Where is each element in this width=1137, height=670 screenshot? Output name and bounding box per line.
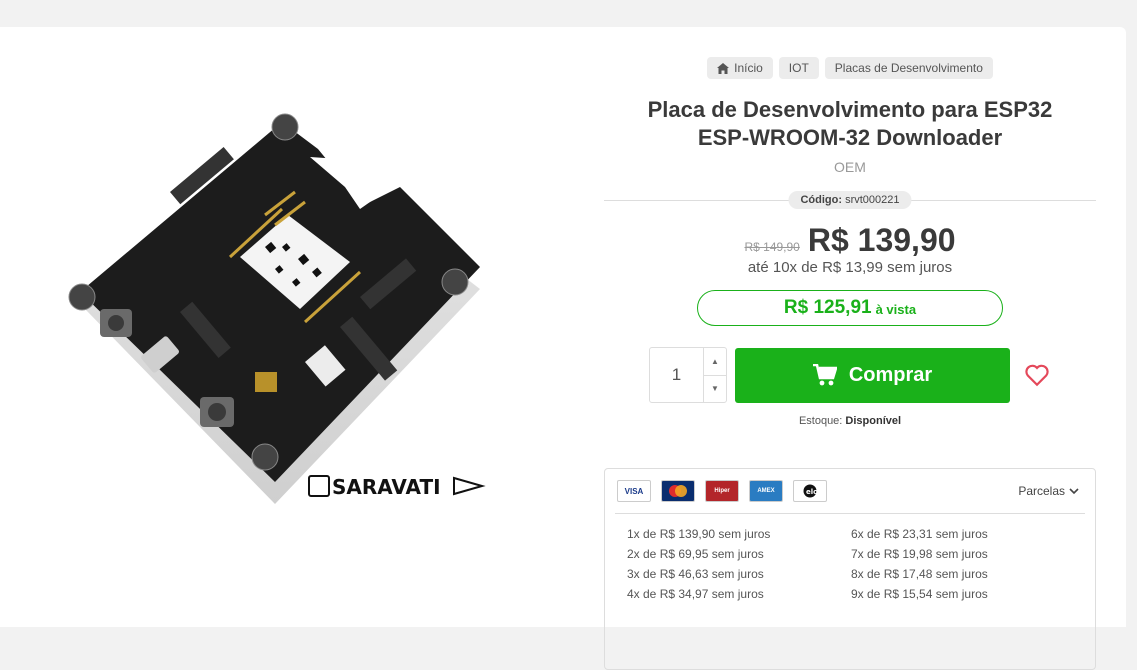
buy-button-label: Comprar: [848, 363, 933, 386]
svg-text:elo: elo: [806, 488, 817, 496]
price-row: R$ 149,90 R$ 139,90: [604, 222, 1096, 259]
installment-row: 4x de R$ 34,97 sem juros: [627, 587, 764, 601]
mastercard-icon: [661, 480, 695, 502]
hipercard-icon: Hiper: [705, 480, 739, 502]
breadcrumb-home-label: Início: [734, 61, 763, 75]
breadcrumb-home[interactable]: Início: [707, 57, 773, 79]
breadcrumb-iot[interactable]: IOT: [778, 57, 819, 79]
chevron-down-icon: [1069, 487, 1079, 494]
installments-table: 1x de R$ 139,90 sem juros 6x de R$ 23,31…: [627, 524, 1095, 604]
quantity-input[interactable]: 1: [650, 348, 703, 402]
stock-value: Disponível: [845, 415, 902, 427]
elo-icon: elo: [793, 480, 827, 502]
breadcrumb-dev-boards-label: Placas de Desenvolvimento: [834, 61, 983, 75]
amex-icon: AMEX: [749, 480, 783, 502]
breadcrumb: Início IOT Placas de Desenvolvimento: [604, 57, 1096, 79]
installment-row: 1x de R$ 139,90 sem juros: [627, 527, 771, 541]
stock-label: Estoque:: [798, 415, 843, 427]
saravati-logo: SARAVATI: [308, 472, 488, 500]
product-card: SARAVATI Início IOT Placas de Desenvolvi…: [0, 27, 1126, 670]
product-image[interactable]: [60, 97, 500, 537]
cash-price: R$ 125,91: [783, 297, 872, 318]
installment-row: 9x de R$ 15,54 sem juros: [851, 587, 988, 601]
saravati-logo-text: SARAVATI: [332, 475, 441, 499]
product-info: Início IOT Placas de Desenvolvimento Pla…: [604, 57, 1096, 427]
breadcrumb-iot-label: IOT: [788, 61, 809, 75]
buy-row: 1 ▲ ▼ Comprar: [649, 347, 1096, 403]
wishlist-heart-icon[interactable]: [1024, 362, 1050, 388]
buy-button[interactable]: Comprar: [735, 347, 1010, 403]
installment-row: 8x de R$ 17,48 sem juros: [851, 567, 988, 581]
home-icon: [717, 62, 730, 74]
old-price: R$ 149,90: [744, 240, 800, 254]
installment-row: 2x de R$ 69,95 sem juros: [627, 547, 764, 561]
product-title: Placa de Desenvolvimento para ESP32 ESP-…: [647, 97, 1053, 150]
payment-box: VISA Hiper AMEX elo Parcelas 1x de R$ 13…: [604, 468, 1096, 670]
stock-status: Estoque: Disponível: [604, 415, 1096, 427]
visa-icon: VISA: [617, 480, 651, 502]
parcelas-toggle[interactable]: Parcelas: [1018, 484, 1079, 498]
quantity-increment-button[interactable]: ▲: [704, 348, 726, 375]
product-code-label: Código:: [800, 194, 843, 206]
payment-header: VISA Hiper AMEX elo Parcelas: [615, 469, 1085, 514]
product-brand[interactable]: OEM: [604, 159, 1096, 175]
installment-row: 3x de R$ 46,63 sem juros: [627, 567, 764, 581]
parcelas-label: Parcelas: [1018, 484, 1065, 498]
breadcrumb-dev-boards[interactable]: Placas de Desenvolvimento: [824, 57, 993, 79]
installment-row: 6x de R$ 23,31 sem juros: [851, 527, 988, 541]
current-price: R$ 139,90: [807, 222, 956, 258]
cart-icon: [812, 364, 837, 386]
installment-row: 7x de R$ 19,98 sem juros: [851, 547, 988, 561]
product-code-value: srvt000221: [845, 194, 900, 206]
product-code-row: Código: srvt000221: [604, 190, 1096, 210]
product-code-badge: Código: srvt000221: [788, 191, 912, 209]
quantity-stepper: 1 ▲ ▼: [649, 347, 727, 403]
cash-price-label: à vista: [875, 302, 917, 317]
installments-summary: até 10x de R$ 13,99 sem juros: [747, 259, 953, 276]
quantity-decrement-button[interactable]: ▼: [704, 374, 726, 403]
cash-price-box: R$ 125,91 à vista: [697, 290, 1003, 326]
